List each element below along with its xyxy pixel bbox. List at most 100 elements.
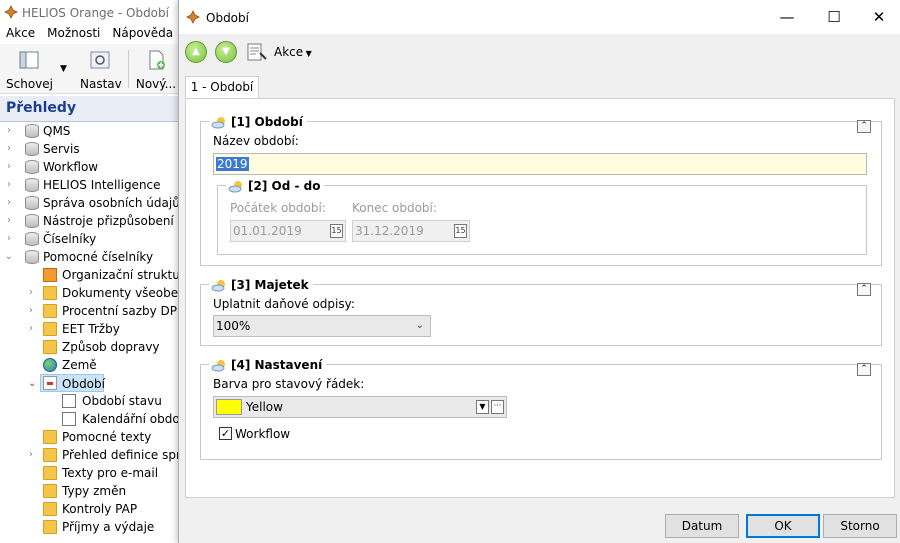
tab-bar: 1 - Období xyxy=(179,76,900,99)
tree-item-prijmy-vydaje[interactable]: Příjmy a výdaje xyxy=(0,518,178,536)
tree-item-label: Organizační struktura xyxy=(62,268,178,282)
settings-label: Nastav xyxy=(80,77,122,91)
tax-label: Uplatnit daňové odpisy: xyxy=(213,297,355,311)
tab-obdobi[interactable]: 1 - Období xyxy=(185,76,259,99)
calendar-icon: 15 xyxy=(454,224,467,238)
hide-label: Schovej xyxy=(6,77,53,91)
hide-button[interactable]: Schovej xyxy=(6,48,53,91)
tree-item-procentni-sazby[interactable]: › Procentní sazby DPH xyxy=(0,302,178,320)
start-date-value: 01.01.2019 xyxy=(233,224,302,238)
tree-item-ciselniky[interactable]: › Číselníky xyxy=(0,230,178,248)
database-icon xyxy=(25,232,39,246)
actions-menu-button[interactable]: Akce ▼ xyxy=(274,45,312,59)
tree-item-pomocne-texty[interactable]: Pomocné texty xyxy=(0,428,178,446)
tree-item-kontroly-pap[interactable]: Kontroly PAP xyxy=(0,500,178,518)
label-text: Název období: xyxy=(213,134,299,148)
weather-icon xyxy=(211,280,225,292)
previous-record-button[interactable]: ▲ xyxy=(185,41,207,63)
tree-item-label: Období xyxy=(62,377,105,391)
start-date-label: Počátek období: xyxy=(230,201,326,215)
name-input[interactable]: 2019 xyxy=(213,153,867,175)
folder-icon xyxy=(43,340,57,354)
calendar-icon: 15 xyxy=(330,224,343,238)
weather-icon xyxy=(211,360,225,372)
menu-napoveda[interactable]: Nápověda xyxy=(106,26,179,40)
page-icon xyxy=(62,412,76,426)
settings-button[interactable]: Nastav xyxy=(80,48,122,91)
tree-item-prehled-definice[interactable]: ›Přehled definice správ xyxy=(0,446,178,464)
group-od-do-title: [2] Od - do xyxy=(226,177,325,195)
tree-item-helios-intelligence[interactable]: › HELIOS Intelligence xyxy=(0,176,178,194)
tree-item-qms[interactable]: › QMS xyxy=(0,122,178,140)
tree-item-organizacni-struktura[interactable]: Organizační struktura xyxy=(0,266,178,284)
name-value: 2019 xyxy=(216,157,249,171)
tree-item-label: QMS xyxy=(43,124,71,138)
folder-icon xyxy=(43,466,57,480)
collapse-group-button[interactable]: ⌃ xyxy=(857,283,871,296)
tree-item-servis[interactable]: › Servis xyxy=(0,140,178,158)
next-record-button[interactable]: ▼ xyxy=(215,41,237,63)
tree-item-eet-trzby[interactable]: › EET Tržby xyxy=(0,320,178,338)
workflow-checkbox[interactable]: ✓ xyxy=(219,427,232,440)
tax-select[interactable]: 100% ⌄ xyxy=(213,315,431,337)
helios-logo-icon xyxy=(4,5,18,19)
new-button[interactable]: Nový... xyxy=(134,48,178,91)
cancel-button[interactable]: Storno xyxy=(823,514,897,538)
database-icon xyxy=(25,178,39,192)
menu-akce[interactable]: Akce xyxy=(0,26,41,40)
weather-icon xyxy=(211,117,225,129)
tree-item-pomocne-ciselniky[interactable]: ⌄ Pomocné číselníky xyxy=(0,248,178,266)
ok-button[interactable]: OK xyxy=(746,514,820,538)
folder-icon xyxy=(43,484,57,498)
new-label: Nový... xyxy=(135,77,177,91)
dialog-toolbar: ▲ ▼ Akce ▼ xyxy=(179,34,900,70)
start-date-field: 01.01.2019 15 xyxy=(230,220,346,242)
tree-item-obdobi-stavu[interactable]: Období stavu xyxy=(0,392,178,410)
tree-item-label: Nástroje přizpůsobení xyxy=(43,214,174,228)
folder-icon xyxy=(43,448,57,462)
menu-moznosti[interactable]: Možnosti xyxy=(41,26,106,40)
ellipsis-button[interactable]: ··· xyxy=(491,400,504,414)
main-toolbar: Schovej ▼ Nastav Nový... xyxy=(0,44,180,94)
new-document-icon xyxy=(149,50,165,70)
color-select[interactable]: Yellow ▼ ··· xyxy=(213,396,507,418)
tree-item-obdobi-selected[interactable]: Období xyxy=(40,374,105,392)
tree-item-zpusob-dopravy[interactable]: Způsob dopravy xyxy=(0,338,178,356)
tree-item-zeme[interactable]: Země xyxy=(0,356,178,374)
collapse-group-button[interactable]: ⌃ xyxy=(857,120,871,133)
dropdown-arrow-icon[interactable]: ▼ xyxy=(476,400,489,414)
globe-icon xyxy=(43,358,57,372)
tree-item-dokumenty[interactable]: ›Dokumenty všeobecn xyxy=(0,284,178,302)
group-obdobi: [1] Období ⌃ Název období: 2019 [2] Od -… xyxy=(200,113,882,266)
tree-item-sprava-osobnich-udaju[interactable]: › Správa osobních údajů xyxy=(0,194,178,212)
tree-item-nastroje-prizpusobeni[interactable]: › Nástroje přizpůsobení xyxy=(0,212,178,230)
tree-item-workflow[interactable]: › Workflow xyxy=(0,158,178,176)
org-structure-icon xyxy=(43,268,57,282)
end-date-label: Konec období: xyxy=(352,201,437,215)
tree-item-kalendarni-obdobi[interactable]: Kalendářní období xyxy=(0,410,178,428)
minimize-icon[interactable]: — xyxy=(772,6,802,28)
tree-item-label: Texty pro e-mail xyxy=(62,466,159,480)
hide-dropdown-icon[interactable]: ▼ xyxy=(60,64,67,74)
tree-item-typy-zmen[interactable]: Typy změn xyxy=(0,482,178,500)
expanded-arrow-icon[interactable]: ⌄ xyxy=(28,378,36,389)
workflow-label: Workflow xyxy=(235,427,291,441)
tree-item-texty-email[interactable]: Texty pro e-mail xyxy=(0,464,178,482)
close-icon[interactable]: ✕ xyxy=(864,6,894,28)
weather-icon xyxy=(228,181,242,193)
dropdown-arrow-icon: ▼ xyxy=(303,49,312,58)
group-nastaveni: [4] Nastavení ⌃ Barva pro stavový řádek:… xyxy=(200,356,882,460)
actions-icon[interactable] xyxy=(245,42,267,62)
main-menubar: Akce Možnosti Nápověda xyxy=(0,22,179,44)
arrow-down-icon: ▼ xyxy=(222,46,230,57)
database-icon xyxy=(25,196,39,210)
database-icon xyxy=(25,214,39,228)
dialog-title: Období xyxy=(206,11,249,25)
tree-item-label: Způsob dopravy xyxy=(62,340,160,354)
date-button[interactable]: Datum xyxy=(665,514,739,538)
maximize-icon[interactable]: ☐ xyxy=(819,6,849,28)
tree-item-label: Dokumenty všeobecn xyxy=(62,286,178,300)
helios-logo-icon xyxy=(186,10,200,24)
tree-item-label: EET Tržby xyxy=(62,322,120,336)
collapse-group-button[interactable]: ⌃ xyxy=(857,363,871,376)
